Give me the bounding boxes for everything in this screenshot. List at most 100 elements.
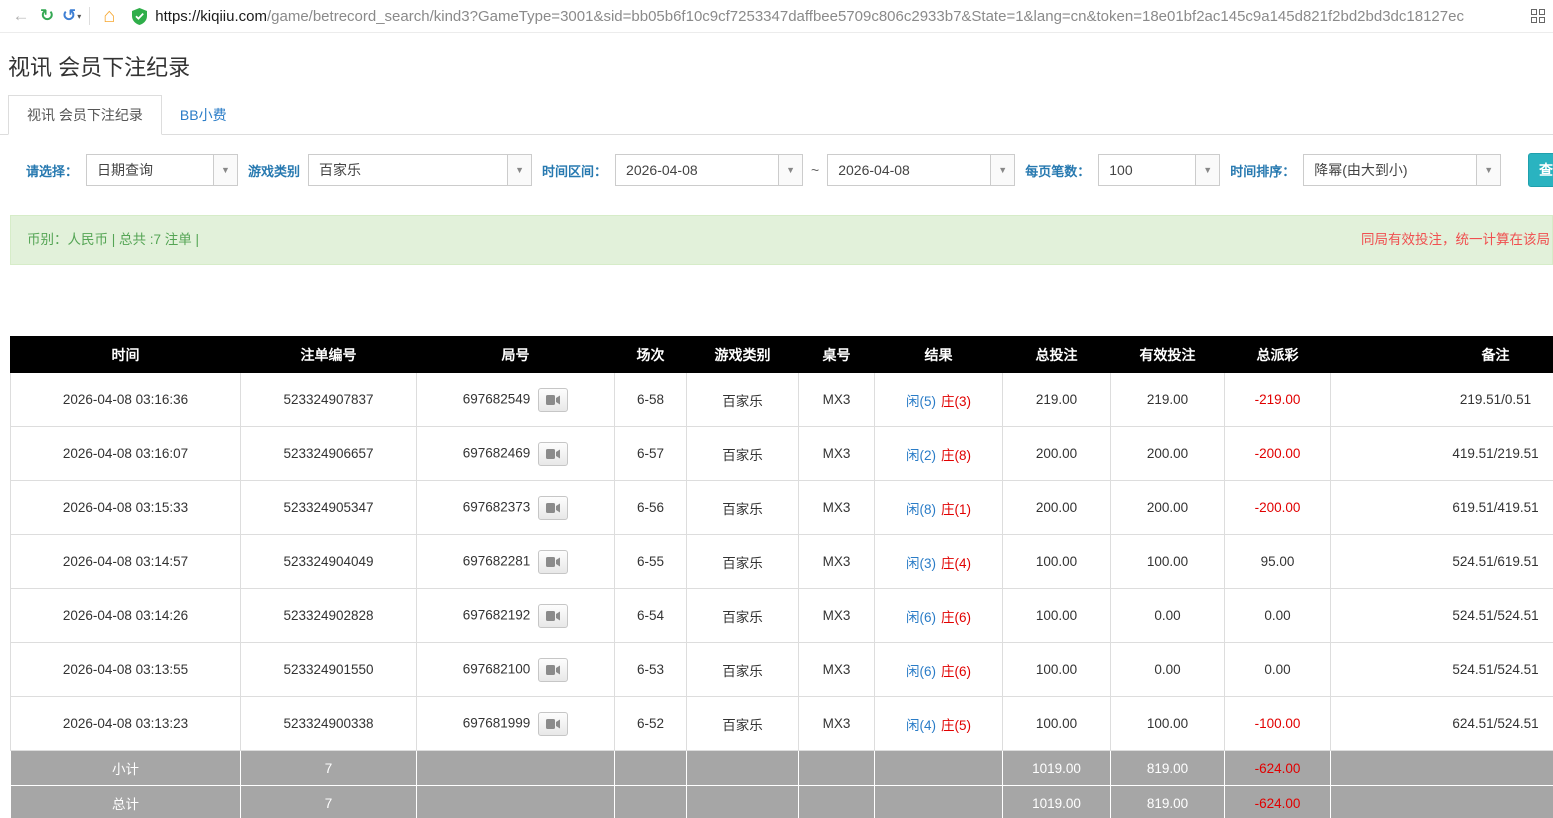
video-replay-button[interactable] [538,442,568,466]
total-row: 总计71019.00819.00-624.00 [11,786,1553,818]
cell-payout: -100.00 [1225,697,1331,751]
cell-result: 闲(6)庄(6) [875,643,1003,697]
table-header-row: 时间注单编号局号场次游戏类别桌号结果总投注有效投注总派彩备注 [11,337,1553,373]
chevron-down-icon: ▾ [77,12,81,21]
cell-time: 2026-04-08 03:13:23 [11,697,241,751]
round-id-text: 697682192 [463,607,531,622]
url-path: /game/betrecord_search/kind3?GameType=30… [267,8,1464,25]
video-replay-button[interactable] [538,388,568,412]
footer-empty [615,751,687,786]
cell-time: 2026-04-08 03:13:55 [11,643,241,697]
cell-note: 419.51/219.51 [1331,427,1553,481]
query-mode-dropdown[interactable]: 日期查询 ▼ [86,154,238,186]
footer-empty [615,786,687,818]
result-banker: 庄(4) [941,556,971,571]
cell-bet-id: 523324900338 [241,697,417,751]
cell-payout: 0.00 [1225,589,1331,643]
result-player: 闲(2) [906,448,936,463]
cell-bet-id: 523324907837 [241,373,417,427]
cell-valid-bet: 0.00 [1111,589,1225,643]
bet-record-row: 2026-04-08 03:14:57523324904049697682281… [11,535,1553,589]
extensions-grid-icon[interactable] [1531,9,1545,23]
cell-bet-id: 523324905347 [241,481,417,535]
cell-total-bet[interactable]: 200.00 [1003,427,1111,481]
footer-empty [875,751,1003,786]
select-mode-label: 请选择： [26,161,78,180]
time-sort-dropdown[interactable]: 降幂(由大到小) ▼ [1303,154,1501,186]
round-id-text: 697682373 [463,499,531,514]
cell-game-type: 百家乐 [687,373,799,427]
cell-total-bet[interactable]: 100.00 [1003,643,1111,697]
column-header: 备注 [1331,337,1553,373]
time-range-label: 时间区间： [542,161,607,180]
back-button[interactable]: ← [8,6,34,26]
bet-record-row: 2026-04-08 03:14:26523324902828697682192… [11,589,1553,643]
game-type-value: 百家乐 [309,160,507,180]
footer-empty [1331,786,1553,818]
cell-result: 闲(8)庄(1) [875,481,1003,535]
footer-empty [1331,751,1553,786]
url-host: https://kiqiiu.com [155,8,267,25]
round-id-text: 697682100 [463,661,531,676]
cell-table-no: MX3 [799,535,875,589]
round-id-text: 697681999 [463,715,531,730]
cell-game-type: 百家乐 [687,427,799,481]
cell-valid-bet: 100.00 [1111,697,1225,751]
per-page-dropdown[interactable]: 100 ▼ [1098,154,1220,186]
cell-note: 524.51/619.51 [1331,535,1553,589]
video-replay-button[interactable] [538,712,568,736]
cell-session: 6-57 [615,427,687,481]
address-bar[interactable]: https://kiqiiu.com/game/betrecord_search… [132,8,1523,25]
cell-table-no: MX3 [799,697,875,751]
round-id-text: 697682549 [463,391,531,406]
cell-note: 524.51/524.51 [1331,643,1553,697]
video-replay-button[interactable] [538,658,568,682]
bet-record-row: 2026-04-08 03:13:55523324901550697682100… [11,643,1553,697]
cell-round-id: 697681999 [417,697,615,751]
cell-session: 6-55 [615,535,687,589]
filter-bar: 请选择： 日期查询 ▼ 游戏类别 百家乐 ▼ 时间区间： 2026-04-08 … [0,153,1553,187]
cell-total-bet[interactable]: 100.00 [1003,535,1111,589]
date-to-dropdown[interactable]: 2026-04-08 ▼ [827,154,1015,186]
cell-note: 624.51/524.51 [1331,697,1553,751]
result-player: 闲(4) [906,718,936,733]
cell-total-bet[interactable]: 219.00 [1003,373,1111,427]
video-replay-button[interactable] [538,550,568,574]
cell-table-no: MX3 [799,427,875,481]
page-title: 视讯 会员下注纪录 [8,53,1553,83]
bet-records-table: 时间注单编号局号场次游戏类别桌号结果总投注有效投注总派彩备注 2026-04-0… [10,336,1553,818]
undo-button[interactable]: ↺ ▾ [62,6,81,26]
footer-valid-bet: 819.00 [1111,786,1225,818]
result-player: 闲(6) [906,664,936,679]
home-button[interactable]: ⌂ [96,5,122,28]
cell-table-no: MX3 [799,373,875,427]
footer-count: 7 [241,751,417,786]
result-banker: 庄(3) [941,394,971,409]
cell-session: 6-53 [615,643,687,697]
tab-bet-records[interactable]: 视讯 会员下注纪录 [8,95,162,135]
cell-result: 闲(6)庄(6) [875,589,1003,643]
date-from-dropdown[interactable]: 2026-04-08 ▼ [615,154,803,186]
tab-bb-tips[interactable]: BB小费 [162,96,245,134]
cell-game-type: 百家乐 [687,535,799,589]
cell-result: 闲(4)庄(5) [875,697,1003,751]
bet-record-row: 2026-04-08 03:16:36523324907837697682549… [11,373,1553,427]
cell-payout: -200.00 [1225,481,1331,535]
cell-valid-bet: 0.00 [1111,643,1225,697]
cell-table-no: MX3 [799,481,875,535]
footer-empty [687,751,799,786]
footer-empty [417,751,615,786]
cell-total-bet[interactable]: 100.00 [1003,589,1111,643]
tab-bar: 视讯 会员下注纪录 BB小费 [0,95,1553,135]
video-replay-button[interactable] [538,604,568,628]
video-replay-button[interactable] [538,496,568,520]
reload-button[interactable]: ↻ [34,6,60,26]
cell-bet-id: 523324904049 [241,535,417,589]
search-button[interactable]: 查询 [1528,153,1553,187]
cell-total-bet[interactable]: 100.00 [1003,697,1111,751]
cell-bet-id: 523324902828 [241,589,417,643]
cell-total-bet[interactable]: 200.00 [1003,481,1111,535]
result-player: 闲(3) [906,556,936,571]
per-page-label: 每页笔数： [1025,161,1090,180]
game-type-dropdown[interactable]: 百家乐 ▼ [308,154,532,186]
